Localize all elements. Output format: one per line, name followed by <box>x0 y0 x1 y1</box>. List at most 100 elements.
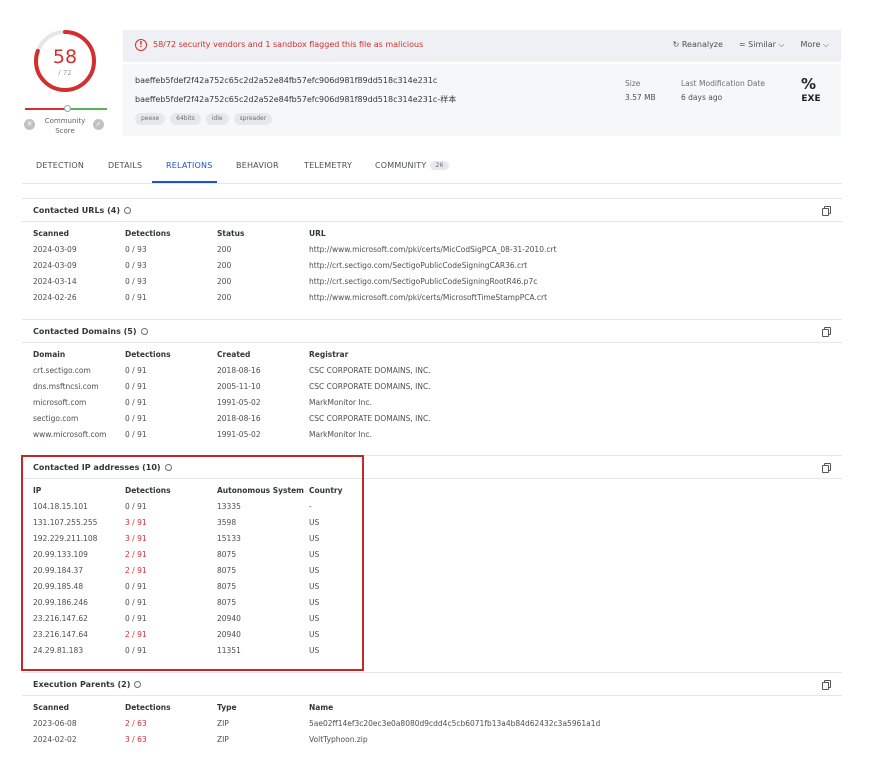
tag-pill[interactable]: spreader <box>233 113 273 125</box>
http-status: 200 <box>217 277 232 286</box>
section-header: Execution Parents (2) <box>22 672 842 696</box>
column-header: Scanned <box>33 703 70 712</box>
detections-count[interactable]: 0 / 91 <box>125 293 147 302</box>
reanalyze-button[interactable]: ↻ Reanalyze <box>673 40 723 50</box>
domain-link[interactable]: dns.msftncsi.com <box>33 382 99 391</box>
tab-details[interactable]: DETAILS <box>108 161 142 170</box>
tag-pill[interactable]: 64bits <box>170 113 201 125</box>
scanned-date: 2024-02-02 <box>33 735 77 744</box>
column-header: Created <box>217 350 251 359</box>
detections-count[interactable]: 0 / 91 <box>125 430 147 439</box>
detections-count[interactable]: 0 / 91 <box>125 366 147 375</box>
detections-count[interactable]: 0 / 93 <box>125 245 147 254</box>
community-score-bar <box>25 105 107 112</box>
info-icon[interactable] <box>123 207 131 214</box>
url-link[interactable]: http://www.microsoft.com/pki/certs/MicCo… <box>309 245 557 254</box>
tab-relations[interactable]: RELATIONS <box>166 161 213 170</box>
table-row: 2024-02-26 0 / 91 200 http://www.microso… <box>22 290 842 306</box>
refresh-icon: ↻ <box>672 40 680 49</box>
banner-text: 58/72 security vendors and 1 sandbox fla… <box>153 40 424 49</box>
exe-file-icon: % <box>801 75 817 93</box>
url-link[interactable]: http://crt.sectigo.com/SectigoPublicCode… <box>309 277 537 286</box>
column-header: Detections <box>125 703 171 712</box>
detections-count[interactable]: 2 / 63 <box>125 719 147 728</box>
table-header: Scanned Detections Type Name <box>22 700 842 716</box>
url-link[interactable]: http://crt.sectigo.com/SectigoPublicCode… <box>309 261 527 270</box>
copy-icon[interactable] <box>822 206 831 216</box>
table-row: 2024-03-09 0 / 93 200 http://www.microso… <box>22 242 842 258</box>
registrar: CSC CORPORATE DOMAINS, INC. <box>309 382 431 391</box>
table-row: 2024-03-09 0 / 93 200 http://crt.sectigo… <box>22 258 842 274</box>
more-button[interactable]: More ⌵ <box>801 40 829 50</box>
detections-count[interactable]: 0 / 93 <box>125 277 147 286</box>
info-icon[interactable] <box>134 681 142 688</box>
detections-count[interactable]: 0 / 93 <box>125 261 147 270</box>
column-header: Detections <box>125 350 171 359</box>
community-score-label: Community Score <box>44 117 86 135</box>
copy-icon[interactable] <box>822 463 831 473</box>
table-row: 2023-06-08 2 / 63 ZIP 5ae02ff14ef3c20ec3… <box>22 716 842 732</box>
tag-pill[interactable]: idle <box>205 113 229 125</box>
domain-link[interactable]: microsoft.com <box>33 398 86 407</box>
file-tags: peexe 64bits idle spreader <box>135 113 273 125</box>
table-row: sectigo.com 0 / 91 2018-08-16 CSC CORPOR… <box>22 411 842 427</box>
domain-link[interactable]: www.microsoft.com <box>33 430 106 439</box>
section-title: Contacted Domains (5) <box>33 327 148 336</box>
chevron-down-icon: ⌵ <box>822 40 829 49</box>
thumbs-up-icon[interactable]: ✓ <box>93 119 104 130</box>
section-header: Contacted URLs (4) <box>22 198 842 222</box>
parent-file-link[interactable]: 5ae02ff14ef3c20ec3e0a8080d9cdd4c5cb6071f… <box>309 719 600 728</box>
registrar: CSC CORPORATE DOMAINS, INC. <box>309 366 431 375</box>
detections-count[interactable]: 3 / 63 <box>125 735 147 744</box>
copy-icon[interactable] <box>822 327 831 337</box>
detections-count[interactable]: 0 / 91 <box>125 382 147 391</box>
info-icon[interactable] <box>140 328 148 335</box>
modified-value: 6 days ago <box>681 93 723 102</box>
tag-pill[interactable]: peexe <box>135 113 166 125</box>
http-status: 200 <box>217 261 232 270</box>
detections-count[interactable]: 0 / 91 <box>125 414 147 423</box>
community-score: ✕ Community Score ✓ <box>22 114 108 138</box>
thumbs-down-icon[interactable]: ✕ <box>24 119 35 130</box>
file-hash: baeffeb5fdef2f42a752c65c2d2a52e84fb57efc… <box>135 76 438 85</box>
column-header: Name <box>309 703 334 712</box>
tab-community[interactable]: COMMUNITY 26 <box>375 161 449 170</box>
banner-actions: ↻ Reanalyze ≃ Similar ⌵ More ⌵ <box>673 40 829 50</box>
column-header: Domain <box>33 350 66 359</box>
registrar: MarkMonitor Inc. <box>309 398 372 407</box>
file-name: baeffeb5fdef2f42a752c65c2d2a52e84fb57efc… <box>135 95 457 104</box>
section-header: Contacted Domains (5) <box>22 319 842 343</box>
active-tab-indicator <box>152 181 217 183</box>
parent-file-link[interactable]: VoltTyphoon.zip <box>309 735 368 744</box>
file-type-label: EXE <box>801 94 821 104</box>
file-type: ZIP <box>217 719 229 728</box>
size-label: Size <box>625 79 641 88</box>
tab-behavior[interactable]: BEHAVIOR <box>236 161 279 170</box>
scanned-date: 2024-03-09 <box>33 261 77 270</box>
copy-icon[interactable] <box>822 680 831 690</box>
similar-button[interactable]: ≃ Similar ⌵ <box>739 40 785 50</box>
report-tabs: DETECTION DETAILS RELATIONS BEHAVIOR TEL… <box>22 148 842 184</box>
domain-link[interactable]: crt.sectigo.com <box>33 366 91 375</box>
size-value: 3.57 MB <box>625 93 656 102</box>
community-count-badge: 26 <box>430 161 449 170</box>
column-header: Type <box>217 703 237 712</box>
registrar: CSC CORPORATE DOMAINS, INC. <box>309 414 431 423</box>
detections-count[interactable]: 0 / 91 <box>125 398 147 407</box>
column-header: URL <box>309 229 326 238</box>
section-title: Contacted URLs (4) <box>33 206 131 215</box>
tab-telemetry[interactable]: TELEMETRY <box>304 161 352 170</box>
table-row: www.microsoft.com 0 / 91 1991-05-02 Mark… <box>22 427 842 443</box>
url-link[interactable]: http://www.microsoft.com/pki/certs/Micro… <box>309 293 547 302</box>
column-header: Scanned <box>33 229 70 238</box>
file-type: ZIP <box>217 735 229 744</box>
table-row: 2024-03-14 0 / 93 200 http://crt.sectigo… <box>22 274 842 290</box>
table-header: Scanned Detections Status URL <box>22 226 842 242</box>
score-value: 58 <box>52 46 78 68</box>
chevron-down-icon: ⌵ <box>778 40 785 49</box>
tab-detection[interactable]: DETECTION <box>36 161 84 170</box>
table-row: 2024-02-02 3 / 63 ZIP VoltTyphoon.zip <box>22 732 842 748</box>
created-date: 1991-05-02 <box>217 430 261 439</box>
domain-link[interactable]: sectigo.com <box>33 414 78 423</box>
scanned-date: 2023-06-08 <box>33 719 77 728</box>
